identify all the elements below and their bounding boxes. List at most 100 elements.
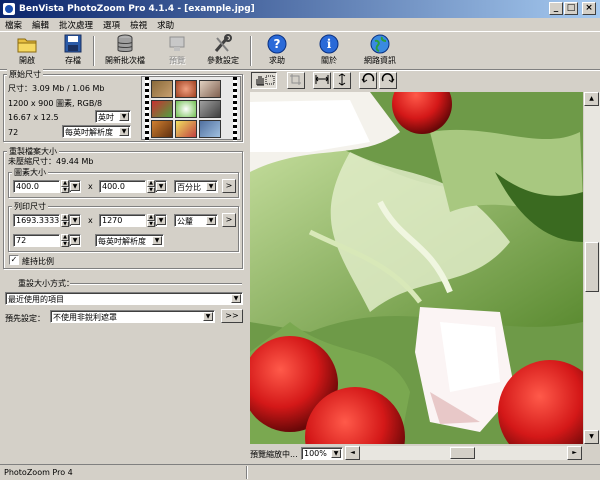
keep-ratio-checkbox[interactable]: ✓ <box>9 255 19 265</box>
original-unit-value: 英吋 <box>98 113 114 122</box>
print-resolution-spinner[interactable]: ▲ ▼ <box>61 234 69 247</box>
chevron-down-icon: ▼ <box>70 236 80 245</box>
spin-down-icon[interactable]: ▼ <box>61 240 69 247</box>
hand-tool-button[interactable] <box>251 72 277 89</box>
pixel-height-input[interactable]: 400.0 <box>99 180 146 193</box>
chevron-down-icon: ▼ <box>70 182 80 191</box>
vertical-scrollbar[interactable]: ▲ ▼ <box>584 92 600 444</box>
pixel-height-unit-drop[interactable]: ▼ <box>155 180 167 193</box>
print-width-spinner[interactable]: ▲ ▼ <box>61 214 69 227</box>
settings-button[interactable]: 參數設定 <box>198 34 248 68</box>
chevron-down-icon: ▼ <box>152 236 162 245</box>
menu-edit[interactable]: 編輯 <box>27 19 54 31</box>
print-resolution-input[interactable]: 72 <box>13 234 60 247</box>
web-info-button[interactable]: 網路資訊 <box>355 34 405 68</box>
original-file-size: 尺寸：3.09 Mb / 1.06 Mb <box>8 84 105 93</box>
thumbnail-preview[interactable] <box>141 76 241 141</box>
times-sign: x <box>88 216 93 225</box>
pixel-width-unit-drop[interactable]: ▼ <box>69 180 81 193</box>
chevron-down-icon: ▼ <box>119 127 129 136</box>
close-button[interactable]: × <box>582 2 596 15</box>
print-height-unit-drop[interactable]: ▼ <box>155 214 167 227</box>
vertical-scroll-thumb[interactable] <box>585 242 599 292</box>
image-preview[interactable] <box>250 92 583 444</box>
original-pixel-dims: 1200 x 900 圖素, RGB/8 <box>8 99 103 108</box>
menu-file[interactable]: 檔案 <box>0 19 27 31</box>
rotate-left-button[interactable] <box>359 72 377 89</box>
spin-down-icon[interactable]: ▼ <box>61 186 69 193</box>
menu-batch[interactable]: 批次處理 <box>54 19 98 31</box>
print-width-unit-drop[interactable]: ▼ <box>69 214 81 227</box>
menu-help[interactable]: 求助 <box>152 19 179 31</box>
pixel-size-title: 圖素大小 <box>12 167 48 178</box>
folder-icon <box>16 34 38 54</box>
print-height-spinner[interactable]: ▲ ▼ <box>147 214 155 227</box>
menu-options[interactable]: 選項 <box>98 19 125 31</box>
horizontal-scroll-thumb[interactable] <box>450 447 475 459</box>
minimize-button[interactable]: _ <box>549 2 563 15</box>
spin-down-icon[interactable]: ▼ <box>147 220 155 227</box>
scroll-up-button[interactable]: ▲ <box>584 92 599 106</box>
print-res-unit-select[interactable]: 每英吋解析度 ▼ <box>95 234 164 247</box>
zoom-select[interactable]: 100% ▼ <box>301 447 343 460</box>
chevron-down-icon: ▼ <box>119 112 129 121</box>
film-perforation <box>233 77 237 141</box>
chevron-down-icon: ▼ <box>203 312 213 321</box>
title-bar: BenVista PhotoZoom Pro 4.1.4 - [example.… <box>0 0 600 18</box>
preview-button[interactable]: 預覽 <box>152 34 202 68</box>
chevron-down-icon: ▼ <box>206 216 216 225</box>
fit-width-icon <box>315 75 329 84</box>
tools-icon <box>212 34 234 54</box>
fit-width-button[interactable] <box>313 72 331 89</box>
preview-icon <box>166 34 188 54</box>
thumbnail-image <box>199 100 221 118</box>
open-button[interactable]: 開啟 <box>2 34 52 68</box>
scroll-left-button[interactable]: ◄ <box>345 446 360 460</box>
original-res-unit-select[interactable]: 每英吋解析度 ▼ <box>62 125 131 138</box>
settings-label: 參數設定 <box>207 56 239 65</box>
print-resolution-drop[interactable]: ▼ <box>69 234 81 247</box>
scroll-right-button[interactable]: ► <box>567 446 582 460</box>
thumbnail-image <box>151 100 173 118</box>
print-width-input[interactable]: 1693.3333 <box>13 214 60 227</box>
save-button[interactable]: 存檔 <box>48 34 98 68</box>
chevron-down-icon: ▼ <box>206 182 216 191</box>
maximize-button[interactable]: □ <box>564 2 578 15</box>
crop-button[interactable] <box>287 72 305 89</box>
spin-down-icon[interactable]: ▼ <box>147 186 155 193</box>
new-batch-button[interactable]: 開新批次檔 <box>100 34 150 68</box>
help-button[interactable]: ? 求助 <box>252 34 302 68</box>
preset-select[interactable]: 不使用非銳利遮罩 ▼ <box>50 310 215 323</box>
pixel-width-input[interactable]: 400.0 <box>13 180 60 193</box>
thumbnail-image <box>175 120 197 138</box>
about-button[interactable]: i 關於 <box>304 34 354 68</box>
fit-height-button[interactable] <box>333 72 351 89</box>
original-unit-select[interactable]: 英吋 ▼ <box>95 110 131 123</box>
print-height-input[interactable]: 1270 <box>99 214 146 227</box>
thumbnail-image <box>151 80 173 98</box>
spin-down-icon[interactable]: ▼ <box>61 220 69 227</box>
preset-options-button[interactable]: >> <box>221 309 243 323</box>
pixel-unit-value: 百分比 <box>177 183 201 192</box>
print-unit-select[interactable]: 公釐 ▼ <box>174 214 218 227</box>
scroll-down-button[interactable]: ▼ <box>584 430 599 444</box>
print-options-button[interactable]: > <box>222 213 236 227</box>
globe-icon <box>369 34 391 54</box>
open-label: 開啟 <box>19 56 35 65</box>
uncompressed-size: 未壓縮尺寸：49.44 Mb <box>8 157 94 166</box>
about-label: 關於 <box>321 56 337 65</box>
rotate-left-icon <box>361 73 375 83</box>
horizontal-scrollbar[interactable]: ◄ ► <box>345 446 582 460</box>
pixel-width-spinner[interactable]: ▲ ▼ <box>61 180 69 193</box>
original-res-unit-value: 每英吋解析度 <box>65 128 113 137</box>
pixel-height-spinner[interactable]: ▲ ▼ <box>147 180 155 193</box>
chevron-down-icon: ▼ <box>70 216 80 225</box>
rotate-right-button[interactable] <box>379 72 397 89</box>
resize-method-select[interactable]: 最近使用的項目 ▼ <box>5 292 243 305</box>
resize-method-value: 最近使用的項目 <box>8 295 64 304</box>
pixel-options-button[interactable]: > <box>222 179 236 193</box>
preset-label: 預先設定： <box>5 314 45 323</box>
menu-view[interactable]: 檢視 <box>125 19 152 31</box>
app-icon <box>3 3 15 15</box>
pixel-unit-select[interactable]: 百分比 ▼ <box>174 180 218 193</box>
